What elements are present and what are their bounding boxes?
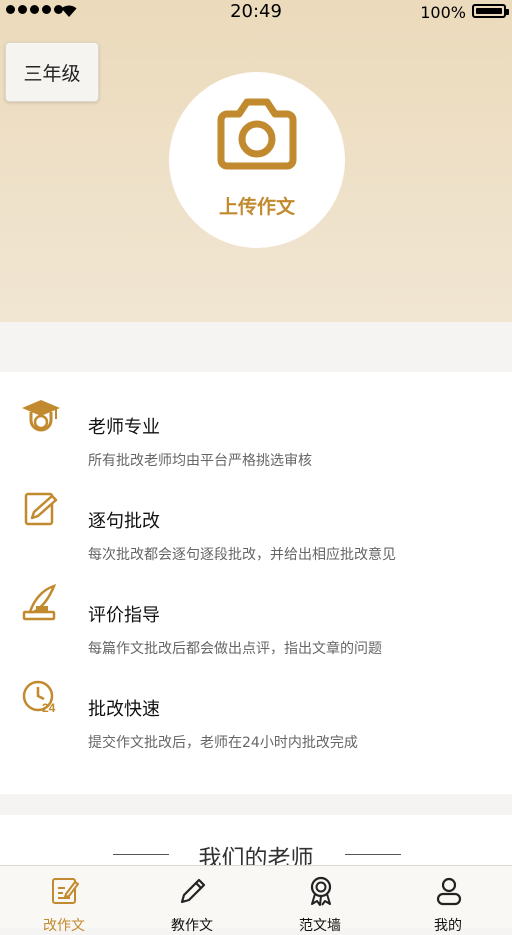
- tab-profile[interactable]: 我的: [384, 866, 512, 934]
- feature-title: 评价指导: [88, 605, 160, 626]
- tab-label: 范文墙: [299, 918, 341, 934]
- status-bar: 20:49 100%: [0, 0, 512, 24]
- tab-sample-essays[interactable]: 范文墙: [256, 866, 384, 934]
- divider-line: [345, 854, 401, 855]
- feature-title: 老师专业: [88, 417, 160, 438]
- battery-percentage: 100%: [420, 3, 466, 22]
- hero-banner: 20:49 100% 三年级 上传作文: [0, 0, 512, 322]
- tab-label: 我的: [434, 918, 462, 934]
- tab-writing-lessons[interactable]: 教作文: [128, 866, 256, 934]
- award-ribbon-icon: [310, 876, 332, 906]
- camera-icon: [217, 98, 297, 170]
- feature-description: 提交作文批改后，老师在24小时内批改完成: [88, 735, 358, 751]
- feature-list: 老师专业 所有批改老师均由平台严格挑选审核 逐句批改 每次批改都会逐句逐段批改，…: [0, 372, 512, 794]
- pencil-icon: [180, 878, 206, 904]
- feature-title: 批改快速: [88, 699, 160, 720]
- person-icon: [436, 877, 462, 906]
- feature-item: 逐句批改 每次批改都会逐句逐段批改，并给出相应批改意见: [0, 466, 512, 563]
- feature-item: 评价指导 每篇作文批改后都会做出点评，指出文章的问题: [0, 560, 512, 657]
- feature-item: 24 批改快速 提交作文批改后，老师在24小时内批改完成: [0, 654, 512, 751]
- bottom-tab-bar: 改作文 教作文 范文墙 我的: [0, 865, 512, 934]
- feature-title: 逐句批改: [88, 511, 160, 532]
- tab-label: 改作文: [43, 918, 85, 934]
- quill-inkpot-icon: [22, 583, 57, 621]
- essay-edit-icon: [52, 878, 79, 904]
- tab-label: 教作文: [171, 918, 213, 934]
- clock-24-icon: 24: [22, 680, 56, 715]
- tab-essay-correction[interactable]: 改作文: [0, 866, 128, 934]
- svg-text:24: 24: [42, 701, 56, 715]
- graduation-cap-icon: [22, 400, 60, 432]
- upload-essay-label: 上传作文: [218, 196, 295, 218]
- feature-item: 老师专业 所有批改老师均由平台严格挑选审核: [0, 372, 512, 469]
- edit-document-icon: [24, 492, 58, 526]
- grade-selector-button[interactable]: 三年级: [5, 42, 99, 102]
- upload-essay-button[interactable]: 上传作文: [169, 72, 345, 248]
- battery-icon: [472, 4, 509, 18]
